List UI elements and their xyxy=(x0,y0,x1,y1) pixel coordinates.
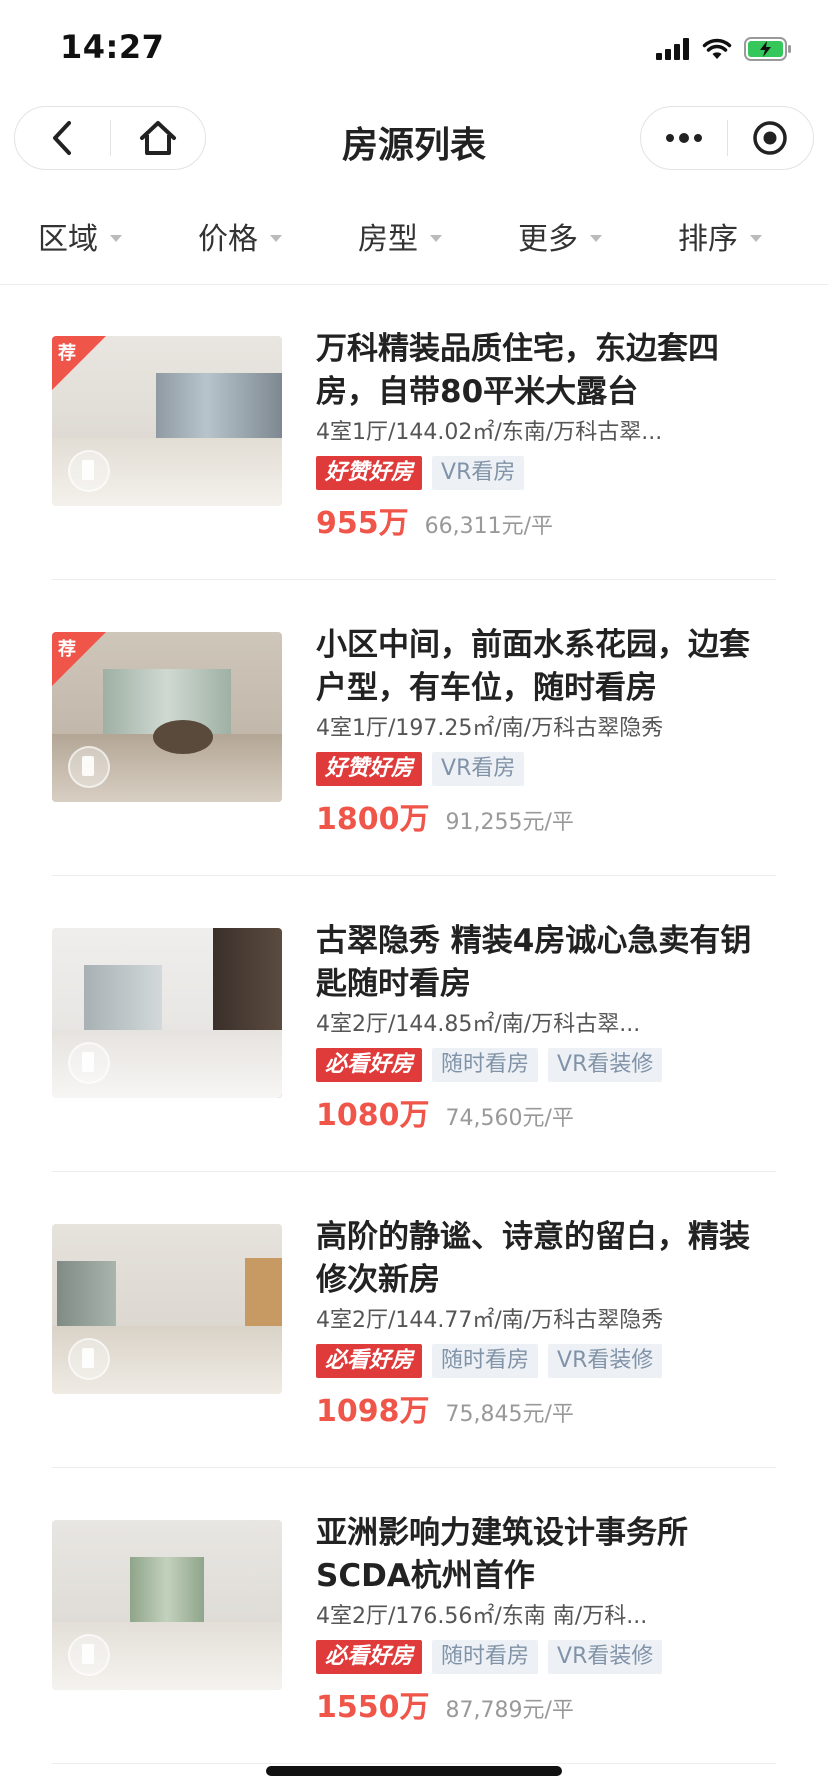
listing-photo xyxy=(52,1224,282,1394)
price-row: 955万 66,311元/平 xyxy=(316,498,776,542)
tag: 随时看房 xyxy=(432,1344,539,1378)
target-circle-icon xyxy=(753,121,787,155)
dropdown-caret-icon xyxy=(270,234,282,242)
tag: 随时看房 xyxy=(432,1640,539,1674)
unit-price: 66,311元/平 xyxy=(424,514,554,539)
listing-list: 荐 万科精装品质住宅，东边套四房，自带80平米大露台 4室1厅/144.02㎡/… xyxy=(0,284,828,1764)
unit-price: 75,845元/平 xyxy=(445,1402,574,1427)
listing-tags: 必看好房 随时看房 VR看装修 xyxy=(316,1344,776,1378)
dropdown-caret-icon xyxy=(110,234,122,242)
listing-card[interactable]: 亚洲影响力建筑设计事务所SCDA杭州首作 4室2厅/176.56㎡/东南 南/万… xyxy=(52,1468,776,1764)
listing-card[interactable]: 荐 小区中间，前面水系花园，边套户型，有车位，随时看房 4室1厅/197.25㎡… xyxy=(52,580,776,876)
tag-hot: 好赞好房 xyxy=(316,752,423,786)
filter-label: 排序 xyxy=(678,222,738,257)
price-row: 1800万 91,255元/平 xyxy=(316,794,776,838)
total-price: 955万 xyxy=(316,506,409,541)
vr-360-icon xyxy=(68,450,110,492)
price-row: 1080万 74,560元/平 xyxy=(316,1090,776,1134)
filter-label: 区域 xyxy=(38,222,98,257)
listing-card[interactable]: 古翠隐秀 精装4房诚心急卖有钥匙随时看房 4室2厅/144.85㎡/南/万科古翠… xyxy=(52,876,776,1172)
listing-info: 亚洲影响力建筑设计事务所SCDA杭州首作 4室2厅/176.56㎡/东南 南/万… xyxy=(316,1512,776,1726)
listing-title: 高阶的静谧、诗意的留白，精装修次新房 xyxy=(316,1219,750,1298)
listing-tags: 好赞好房 VR看房 xyxy=(316,456,776,490)
tag: 随时看房 xyxy=(432,1048,539,1082)
listing-info: 小区中间，前面水系花园，边套户型，有车位，随时看房 4室1厅/197.25㎡/南… xyxy=(316,624,776,838)
unit-price: 87,789元/平 xyxy=(445,1698,574,1723)
listing-meta: 4室2厅/144.77㎡/南/万科古翠隐秀 xyxy=(316,1308,664,1333)
tag: VR看装修 xyxy=(548,1344,663,1378)
price-row: 1098万 75,845元/平 xyxy=(316,1386,776,1430)
listing-tags: 必看好房 随时看房 VR看装修 xyxy=(316,1640,776,1674)
listing-photo: 荐 xyxy=(52,336,282,506)
dropdown-caret-icon xyxy=(430,234,442,242)
listing-meta: 4室1厅/197.25㎡/南/万科古翠隐秀 xyxy=(316,716,664,741)
filter-sort[interactable]: 排序 xyxy=(640,188,800,284)
price-row: 1550万 87,789元/平 xyxy=(316,1682,776,1726)
filter-label: 更多 xyxy=(518,222,578,257)
listing-photo xyxy=(52,928,282,1098)
filter-label: 价格 xyxy=(198,222,258,257)
filter-layout[interactable]: 房型 xyxy=(320,188,480,284)
listing-meta: 4室2厅/144.85㎡/南/万科古翠... xyxy=(316,1012,641,1037)
tag-hot: 必看好房 xyxy=(316,1048,423,1082)
listing-photo: 荐 xyxy=(52,632,282,802)
total-price: 1800万 xyxy=(316,802,430,837)
listing-title: 万科精装品质住宅，东边套四房，自带80平米大露台 xyxy=(316,331,719,410)
recommended-badge-text: 荐 xyxy=(58,639,76,660)
total-price: 1550万 xyxy=(316,1690,430,1725)
tag: VR看装修 xyxy=(548,1048,663,1082)
listing-tags: 好赞好房 VR看房 xyxy=(316,752,776,786)
listing-info: 万科精装品质住宅，东边套四房，自带80平米大露台 4室1厅/144.02㎡/东南… xyxy=(316,328,776,542)
status-bar: 14:27 xyxy=(0,0,828,96)
listing-card[interactable]: 高阶的静谧、诗意的留白，精装修次新房 4室2厅/144.77㎡/南/万科古翠隐秀… xyxy=(52,1172,776,1468)
recommended-badge-text: 荐 xyxy=(58,343,76,364)
filter-price[interactable]: 价格 xyxy=(160,188,320,284)
wifi-icon xyxy=(702,38,732,59)
filter-bar: 区域 价格 房型 更多 排序 xyxy=(0,188,828,285)
status-time: 14:27 xyxy=(60,28,165,66)
listing-title: 古翠隐秀 精装4房诚心急卖有钥匙随时看房 xyxy=(316,923,752,1002)
battery-charging-icon xyxy=(744,37,791,61)
cellular-signal-icon xyxy=(656,38,689,60)
listing-meta: 4室1厅/144.02㎡/东南/万科古翠... xyxy=(316,420,663,445)
close-miniprogram-button[interactable] xyxy=(728,106,814,170)
tag-hot: 必看好房 xyxy=(316,1344,423,1378)
nav-bar: 房源列表 xyxy=(0,96,828,188)
more-options-button[interactable] xyxy=(641,106,727,170)
tag: VR看装修 xyxy=(548,1640,663,1674)
total-price: 1098万 xyxy=(316,1394,430,1429)
dropdown-caret-icon xyxy=(750,234,762,242)
listing-card[interactable]: 荐 万科精装品质住宅，东边套四房，自带80平米大露台 4室1厅/144.02㎡/… xyxy=(52,284,776,580)
listing-info: 古翠隐秀 精装4房诚心急卖有钥匙随时看房 4室2厅/144.85㎡/南/万科古翠… xyxy=(316,920,776,1134)
filter-region[interactable]: 区域 xyxy=(0,188,160,284)
status-icons xyxy=(656,34,792,64)
listing-tags: 必看好房 随时看房 VR看装修 xyxy=(316,1048,776,1082)
vr-360-icon xyxy=(68,1338,110,1380)
more-dots-icon xyxy=(665,133,702,143)
home-indicator[interactable] xyxy=(266,1766,562,1776)
listing-meta: 4室2厅/176.56㎡/东南 南/万科... xyxy=(316,1604,648,1629)
tag: VR看房 xyxy=(432,456,525,490)
tag-hot: 好赞好房 xyxy=(316,456,423,490)
tag: VR看房 xyxy=(432,752,525,786)
vr-360-icon xyxy=(68,1042,110,1084)
filter-label: 房型 xyxy=(358,222,418,257)
filter-more[interactable]: 更多 xyxy=(480,188,640,284)
vr-360-icon xyxy=(68,1634,110,1676)
total-price: 1080万 xyxy=(316,1098,430,1133)
tag-hot: 必看好房 xyxy=(316,1640,423,1674)
unit-price: 74,560元/平 xyxy=(445,1106,574,1131)
nav-capsule-right xyxy=(640,106,814,170)
vr-360-icon xyxy=(68,746,110,788)
listing-title: 小区中间，前面水系花园，边套户型，有车位，随时看房 xyxy=(316,627,750,706)
listing-title: 亚洲影响力建筑设计事务所SCDA杭州首作 xyxy=(316,1515,688,1594)
unit-price: 91,255元/平 xyxy=(445,810,574,835)
listing-photo xyxy=(52,1520,282,1690)
dropdown-caret-icon xyxy=(590,234,602,242)
listing-info: 高阶的静谧、诗意的留白，精装修次新房 4室2厅/144.77㎡/南/万科古翠隐秀… xyxy=(316,1216,776,1430)
